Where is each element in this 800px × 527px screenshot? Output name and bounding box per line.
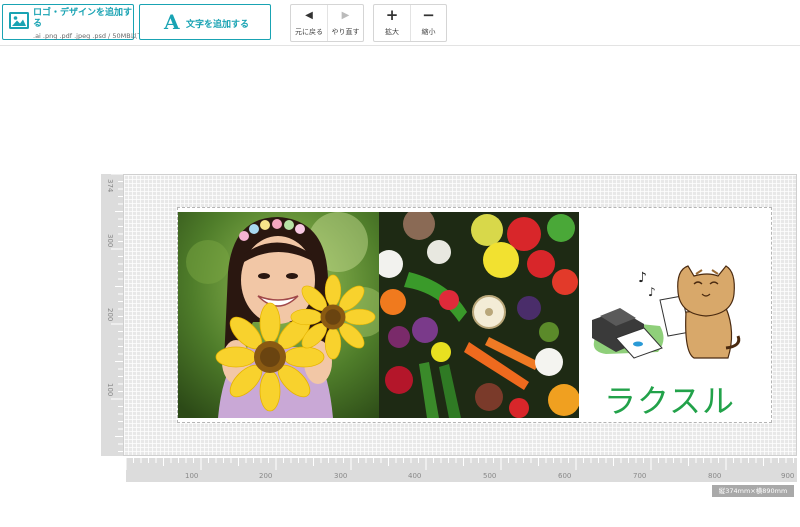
minus-icon: − [422, 6, 435, 24]
vruler-label: 200 [106, 308, 114, 322]
canvas-size-label: 縦374mm×横890mm [712, 485, 794, 497]
vruler-label: 300 [106, 234, 114, 248]
zoom-in-button[interactable]: + 拡大 [374, 5, 410, 41]
add-logo-label: ロゴ・デザインを追加する [33, 8, 133, 29]
svg-text:♪: ♪ [648, 285, 656, 299]
add-text-label: 文字を追加する [186, 20, 250, 30]
hruler-label: 200 [259, 472, 273, 480]
hruler-label: 700 [633, 472, 647, 480]
brand-text[interactable]: ラクスル [604, 376, 735, 422]
girl-with-sunflowers-photo[interactable] [178, 212, 379, 418]
vegetables-photo-image [379, 212, 579, 418]
editor-toolbar: ロゴ・デザインを追加する .ai .png .pdf .jpeg .psd / … [0, 0, 800, 46]
vruler-label: 100 [106, 383, 114, 397]
girl-photo-image [178, 212, 379, 418]
plus-icon: + [385, 6, 399, 24]
zoom-out-button[interactable]: − 縮小 [409, 5, 446, 41]
hruler-label: 900 [781, 472, 795, 480]
zoom-group: + 拡大 − 縮小 [373, 4, 447, 42]
undo-button[interactable]: ◀ 元に戻る [291, 5, 327, 41]
hruler-label: 500 [483, 472, 497, 480]
hruler-label: 600 [558, 472, 572, 480]
vruler-label: 374 [106, 179, 114, 193]
image-icon [9, 12, 29, 29]
horizontal-ruler-ticks [126, 458, 794, 470]
svg-text:♪: ♪ [638, 270, 647, 286]
hruler-label: 400 [408, 472, 422, 480]
cat-printer-art: ♪ ♪ [592, 265, 741, 359]
text-a-icon: A [164, 10, 180, 34]
horizontal-ruler: 100 200 300 400 500 600 700 800 900 [126, 458, 797, 482]
undo-arrow-icon: ◀ [305, 10, 313, 21]
undo-label: 元に戻る [294, 28, 323, 36]
hruler-label: 300 [334, 472, 348, 480]
hruler-label: 800 [708, 472, 722, 480]
history-group: ◀ 元に戻る ▶ やり直す [290, 4, 364, 42]
add-text-button[interactable]: A 文字を追加する [139, 4, 271, 40]
vertical-ruler: 374 300 200 100 [101, 174, 123, 456]
hruler-label: 100 [185, 472, 199, 480]
redo-arrow-icon: ▶ [341, 10, 350, 21]
accepted-formats-text: .ai .png .pdf .jpeg .psd / 50MB以下 [33, 32, 144, 40]
redo-label: やり直す [331, 28, 360, 36]
add-logo-design-button[interactable]: ロゴ・デザインを追加する .ai .png .pdf .jpeg .psd / … [2, 4, 144, 40]
zoom-out-label: 縮小 [421, 28, 436, 36]
zoom-in-label: 拡大 [384, 28, 399, 36]
cat-with-printer-illustration[interactable]: ♪ ♪ [586, 262, 746, 362]
vegetables-photo[interactable] [379, 212, 579, 418]
redo-button[interactable]: ▶ やり直す [326, 5, 363, 41]
